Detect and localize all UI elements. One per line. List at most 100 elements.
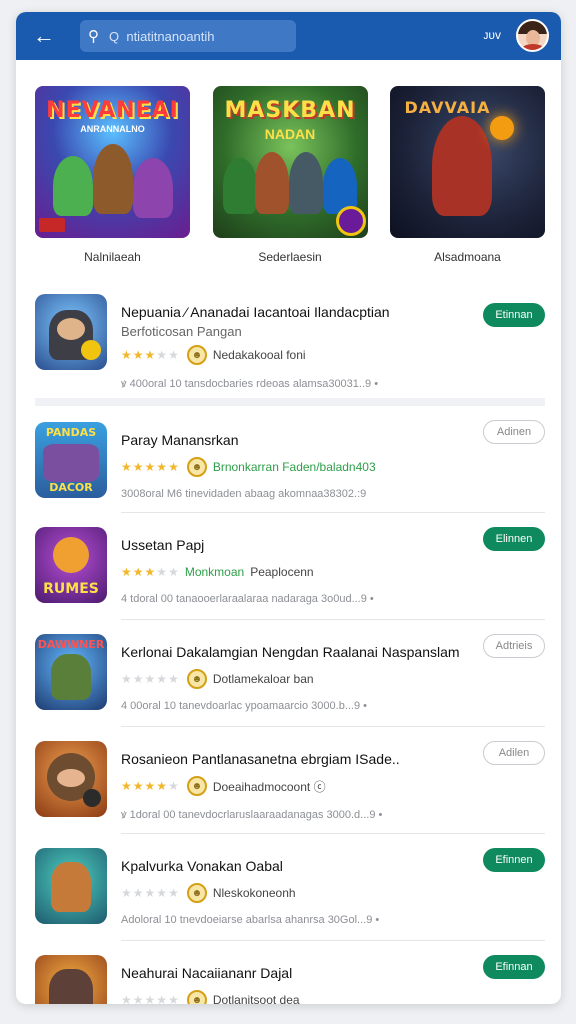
featured-image[interactable]: MASKBAN NADAN xyxy=(212,86,368,238)
app-info: 3008oral M6 tinevidaden abaag akomnaa383… xyxy=(121,488,367,500)
featured-image[interactable]: NEVANEAI ANRANNALNO xyxy=(35,86,190,238)
list-item[interactable]: RUMES Ussetan Papj ★ ★ ★ ★ ★ Monkmoan Peaplo… xyxy=(16,513,561,619)
list-item[interactable]: PANDAS DACOR Paray Manansrkan ★ ★ ★ ★ ★ ☻ Br… xyxy=(16,406,561,512)
star-rating: ★ ★ ★ ★ ★ xyxy=(121,780,179,792)
app-subtitle: Berfoticosan Pangan xyxy=(121,324,242,339)
star-empty-icon: ★ xyxy=(156,565,168,579)
star-empty-icon: ★ xyxy=(121,993,132,1004)
app-icon[interactable] xyxy=(35,741,107,817)
star-filled-icon: ★ xyxy=(121,565,132,579)
app-icon[interactable] xyxy=(35,955,107,1004)
featured-card[interactable]: NEVANEAI ANRANNALNO Nalnilaeah xyxy=(35,86,190,264)
star-rating: ★ ★ ★ ★ ★ xyxy=(121,349,179,361)
developer-name: Nedakakooal foni xyxy=(212,348,306,362)
developer-icon: ☻ xyxy=(186,457,207,477)
star-rating: ★ ★ ★ ★ ★ xyxy=(121,566,179,578)
star-filled-icon: ★ xyxy=(132,779,144,793)
star-empty-icon: ★ xyxy=(168,993,179,1004)
star-filled-icon: ★ xyxy=(121,348,132,362)
star-filled-icon: ★ xyxy=(144,348,156,362)
star-filled-icon: ★ xyxy=(132,348,144,362)
star-filled-icon: ★ xyxy=(121,779,132,793)
star-empty-icon: ★ xyxy=(156,672,168,686)
featured-section: NEVANEAI ANRANNALNO Nalnilaeah MASKBAN N… xyxy=(16,60,561,264)
install-button[interactable]: Adinen xyxy=(483,420,545,444)
star-empty-icon: ★ xyxy=(121,672,132,686)
featured-label: Alsadmoana xyxy=(434,250,501,264)
star-filled-icon: ★ xyxy=(168,460,179,474)
list-item[interactable]: Kpalvurka Vonakan Oabal ★ ★ ★ ★ ★ ☻ Nleskoko… xyxy=(16,834,561,940)
developer-name: Dotlanitsoot dea xyxy=(212,993,300,1004)
star-filled-icon: ★ xyxy=(144,779,156,793)
app-list: Nepuania ⁄ Ananadai Iacantoai Ilandacpti… xyxy=(16,294,561,1004)
featured-label: Sederlaesin xyxy=(258,250,322,264)
star-filled-icon: ★ xyxy=(144,460,156,474)
star-empty-icon: ★ xyxy=(168,886,179,900)
install-button[interactable]: Etinnan xyxy=(483,303,545,327)
star-empty-icon: ★ xyxy=(168,779,179,793)
developer-name: Brnonkarran Faden/baladn403 xyxy=(212,460,376,474)
star-empty-icon: ★ xyxy=(132,993,144,1004)
app-info: ꝟ 1doral 00 tanevdocrlaruslaaraadanagas … xyxy=(121,809,383,821)
star-empty-icon: ★ xyxy=(144,672,156,686)
app-title: Ussetan Papj xyxy=(121,537,205,553)
app-info: 4 tdoral 00 tanaooerlaraalaraa nadaraga … xyxy=(121,593,374,605)
star-empty-icon: ★ xyxy=(156,886,168,900)
featured-card[interactable]: MASKBAN NADAN Sederlaesin xyxy=(212,86,368,264)
search-box[interactable]: ⚲ xyxy=(80,20,296,52)
developer-name: Dotlamekaloar ban xyxy=(212,672,314,686)
app-icon[interactable]: DAWWNER xyxy=(35,634,107,710)
list-item[interactable]: Neahurai Nacaiiananr Dajal ★ ★ ★ ★ ★ ☻ Dotla… xyxy=(16,941,561,1004)
star-empty-icon: ★ xyxy=(168,348,179,362)
app-icon[interactable]: RUMES xyxy=(35,527,107,603)
star-rating: ★ ★ ★ ★ ★ xyxy=(121,673,179,685)
star-empty-icon: ★ xyxy=(156,348,168,362)
app-icon[interactable] xyxy=(35,848,107,924)
list-item[interactable]: DAWWNER Kerlonai Dakalamgian Nengdan Raa… xyxy=(16,620,561,726)
featured-image[interactable]: DAVVAIA xyxy=(390,86,545,238)
app-icon[interactable]: PANDAS DACOR xyxy=(35,422,107,498)
section-divider xyxy=(35,398,545,406)
install-button[interactable]: Efinnen xyxy=(483,848,545,872)
app-title: Neahurai Nacaiiananr Dajal xyxy=(121,965,293,981)
search-input[interactable] xyxy=(109,28,288,44)
back-arrow-icon[interactable]: ← xyxy=(28,20,60,52)
top-bar: ← ⚲ ᴊᴜᴠ xyxy=(16,12,561,60)
app-icon[interactable] xyxy=(35,294,107,370)
developer-icon: ☻ xyxy=(186,345,207,365)
star-filled-icon: ★ xyxy=(121,460,132,474)
star-empty-icon: ★ xyxy=(168,672,179,686)
star-filled-icon: ★ xyxy=(132,460,144,474)
star-empty-icon: ★ xyxy=(168,565,179,579)
developer-name: Nleskokoneonh xyxy=(212,886,296,900)
install-button[interactable]: Elinnen xyxy=(483,527,545,551)
app-title: Kerlonai Dakalamgian Nengdan Raalanai Na… xyxy=(121,644,460,660)
app-info: Adoloral 10 tnevdoeiarse abarlsa ahanrsa… xyxy=(121,914,380,926)
search-icon: ⚲ xyxy=(88,28,99,45)
star-filled-icon: ★ xyxy=(156,460,168,474)
list-item[interactable]: Rosanieon Pantlanasanetna ebrgiam ISade.… xyxy=(16,727,561,833)
star-empty-icon: ★ xyxy=(121,886,132,900)
star-empty-icon: ★ xyxy=(144,993,156,1004)
star-filled-icon: ★ xyxy=(144,565,156,579)
developer-name: Monkmoan xyxy=(184,565,245,579)
developer-name: Doeaihadmocoont ⓒ xyxy=(212,779,326,794)
star-filled-icon: ★ xyxy=(132,565,144,579)
star-empty-icon: ★ xyxy=(156,993,168,1004)
star-rating: ★ ★ ★ ★ ★ xyxy=(121,461,179,473)
app-info: 4 00oral 10 tanevdoarlac ypoamaarcio 300… xyxy=(121,700,368,712)
app-title: Kpalvurka Vonakan Oabal xyxy=(121,858,283,874)
star-rating: ★ ★ ★ ★ ★ xyxy=(121,887,179,899)
star-filled-icon: ★ xyxy=(156,779,168,793)
developer-icon: ☻ xyxy=(186,990,207,1004)
install-button[interactable]: Adtrieis xyxy=(483,634,545,658)
list-item[interactable]: Nepuania ⁄ Ananadai Iacantoai Ilandacpti… xyxy=(16,294,561,398)
app-window: ← ⚲ ᴊᴜᴠ NEVANEAI ANRANNALNO Nalnilaeah M… xyxy=(16,12,561,1004)
featured-label: Nalnilaeah xyxy=(84,250,141,264)
install-button[interactable]: Efinnan xyxy=(483,955,545,979)
app-title: Paray Manansrkan xyxy=(121,432,239,448)
app-title: Nepuania ⁄ Ananadai Iacantoai Ilandacpti… xyxy=(121,304,390,320)
avatar[interactable] xyxy=(516,19,549,52)
featured-card[interactable]: DAVVAIA Alsadmoana xyxy=(390,86,545,264)
install-button[interactable]: Adilen xyxy=(483,741,545,765)
